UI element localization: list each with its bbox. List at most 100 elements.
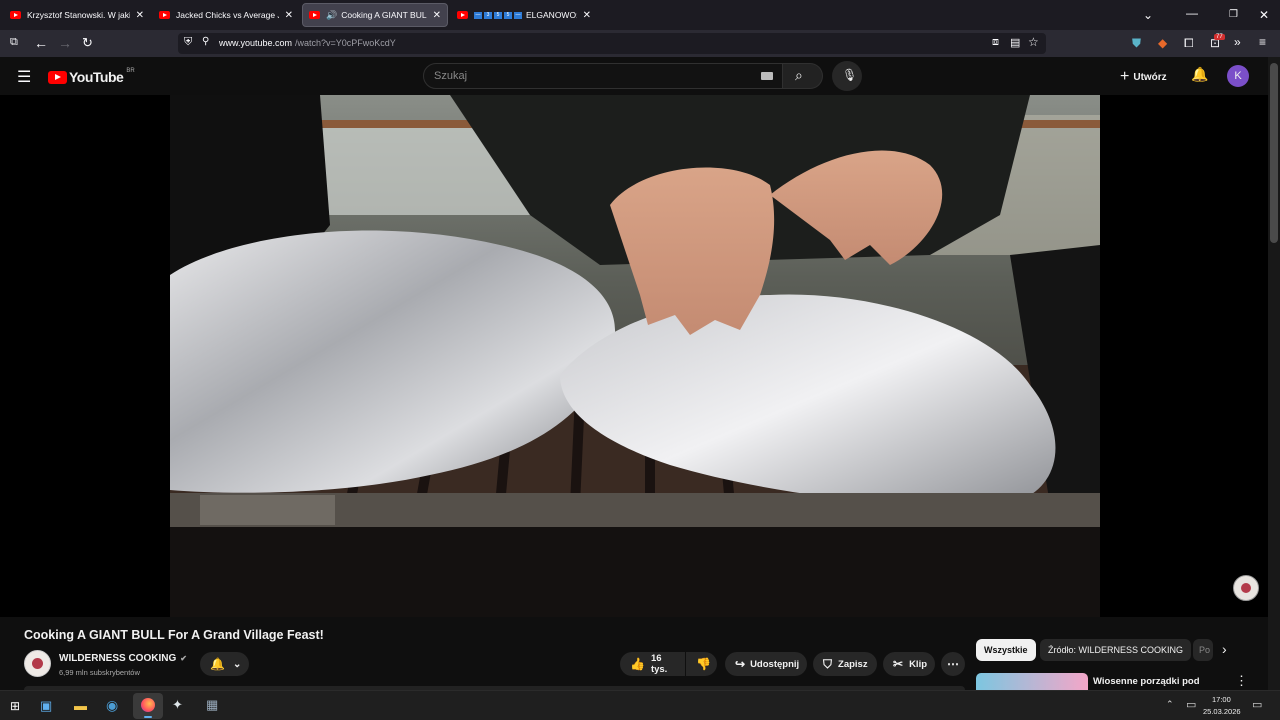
youtube-masthead: ☰ YouTube BR Szukaj ⌕ 🎙 + Utwórz 🔔 K	[0, 57, 1268, 95]
create-button[interactable]: + Utwórz	[1120, 68, 1167, 86]
browser-toolbar: ⧉ ← → ↻ ⛨ ⚲ www.youtube.com /watch?v=Y0c…	[0, 30, 1280, 57]
channel-avatar[interactable]	[24, 650, 51, 677]
chevron-down-icon: ⌄	[232, 658, 242, 670]
tab-close-icon[interactable]: ✕	[583, 10, 591, 21]
calculator-icon[interactable]: ▦	[206, 697, 218, 713]
thumbs-down-icon: 👎	[696, 657, 711, 671]
next-video-title[interactable]: Wiosenne porządki pod komenda	[1093, 675, 1213, 690]
video-still-image	[170, 95, 1100, 617]
more-dots-icon: ⋯	[947, 657, 959, 671]
windows-start-icon[interactable]: ⊞	[10, 699, 20, 713]
microphone-icon: 🎙	[842, 68, 858, 82]
channel-logo-icon	[32, 658, 43, 669]
bell-icon: 🔔	[210, 657, 225, 671]
restore-icon[interactable]: ❐	[1229, 9, 1238, 20]
browser-tab-active[interactable]: 🔊 Cooking A GIANT BULL For ✕	[302, 3, 448, 27]
video-player[interactable]	[0, 95, 1268, 617]
emoji-badge: 5	[504, 11, 512, 19]
tab-close-icon[interactable]: ✕	[285, 10, 293, 21]
extension-badge: 77	[1214, 34, 1225, 40]
channel-name[interactable]: WILDERNESS COOKING ✔	[59, 653, 187, 664]
screen-display-icon[interactable]: ▣	[40, 698, 52, 714]
emoji-badge: 3	[484, 11, 492, 19]
window-close-icon[interactable]: ✕	[1259, 8, 1269, 22]
browser-tab-strip: Krzysztof Stanowski. W jakiej sp ✕ Jacke…	[0, 0, 1280, 30]
reader-view-icon[interactable]: ▤	[1010, 36, 1020, 49]
back-icon[interactable]: ←	[34, 35, 48, 51]
next-video-thumbnail[interactable]	[976, 673, 1088, 690]
thumbs-up-icon: 👍	[630, 657, 645, 671]
windows-taskbar: ⊞ ▣ ▬ ◉ ✦ ▦ ⌃ ▭ 17:00 25.03.2026 ▭	[0, 690, 1280, 720]
permissions-icon[interactable]: ⚲	[202, 36, 209, 47]
verified-check-icon: ✔	[180, 654, 187, 663]
chip-more[interactable]: Po	[1193, 639, 1213, 661]
browser-tab[interactable]: — 3 5 5 — ELGANOWO: D ✕	[451, 3, 597, 27]
share-button[interactable]: ↪ Udostępnij	[725, 652, 807, 676]
search-input[interactable]: Szukaj	[423, 63, 783, 89]
notifications-bell-icon[interactable]: 🔔	[1191, 66, 1208, 83]
url-bar[interactable]: ⛨ ⚲ www.youtube.com /watch?v=Y0cPFwoKcdY…	[178, 33, 1046, 54]
bookmark-icon: ⛉	[823, 656, 833, 671]
ublock-icon[interactable]: ⛊	[1132, 36, 1141, 51]
tray-chevron-icon[interactable]: ⌃	[1166, 699, 1174, 710]
more-actions-button[interactable]: ⋯	[941, 652, 965, 676]
overflow-chevron-icon[interactable]: »	[1234, 35, 1241, 49]
reload-icon[interactable]: ↻	[82, 35, 93, 51]
video-info-panel: Cooking A GIANT BULL For A Grand Village…	[0, 617, 1268, 690]
chevron-right-icon[interactable]: ›	[1222, 641, 1227, 657]
subscriber-count: 6,99 mln subskrybentów	[59, 668, 140, 677]
plus-icon: +	[1120, 68, 1130, 85]
share-arrow-icon: ↪	[735, 657, 746, 671]
hamburger-menu-icon[interactable]: ☰	[17, 67, 31, 87]
notification-center-icon[interactable]: ▭	[1252, 698, 1262, 711]
network-icon[interactable]: ▭	[1186, 698, 1196, 711]
search-icon: ⌕	[795, 67, 803, 83]
scrollbar-thumb[interactable]	[1270, 63, 1278, 243]
chip-from-channel[interactable]: Źródło: WILDERNESS COOKING	[1040, 639, 1192, 661]
app-icon[interactable]: ✦	[172, 697, 183, 713]
page-scrollbar[interactable]	[1268, 57, 1280, 690]
list-all-tabs-icon[interactable]: ⌄	[1143, 8, 1153, 22]
shield-icon[interactable]: ⛨	[184, 36, 192, 49]
like-button[interactable]: 👍 16 tys.	[620, 652, 685, 676]
clock-time[interactable]: 17:00	[1212, 695, 1231, 704]
extension-fox-icon[interactable]: ◆	[1158, 36, 1167, 50]
tab-close-icon[interactable]: ✕	[433, 10, 441, 21]
browser-tab[interactable]: Krzysztof Stanowski. W jakiej sp ✕	[4, 3, 150, 27]
emoji-badge: 5	[494, 11, 502, 19]
firefox-taskbar-button[interactable]	[133, 693, 163, 719]
channel-watermark[interactable]	[1233, 575, 1259, 601]
sidebar-toggle-icon[interactable]: ⧉	[10, 36, 18, 49]
save-button[interactable]: ⛉ Zapisz	[813, 652, 877, 676]
watermark-logo-icon	[1241, 583, 1251, 593]
url-path: /watch?v=Y0cPFwoKcdY	[295, 38, 396, 48]
youtube-favicon-icon	[457, 11, 468, 19]
speaker-icon[interactable]: 🔊	[326, 10, 337, 21]
steam-icon[interactable]: ◉	[106, 697, 118, 714]
youtube-play-icon	[48, 70, 67, 84]
video-menu-icon[interactable]: ⋮	[1235, 673, 1248, 689]
extensions-puzzle-icon[interactable]: ⧠	[1184, 36, 1194, 51]
tab-close-icon[interactable]: ✕	[136, 10, 144, 21]
keyboard-icon[interactable]	[761, 72, 773, 80]
voice-search-button[interactable]: 🎙	[832, 61, 862, 91]
emoji-badge: —	[474, 11, 482, 19]
chip-all[interactable]: Wszystkie	[976, 639, 1036, 661]
minimize-icon[interactable]: —	[1186, 6, 1198, 20]
app-menu-icon[interactable]: ≡	[1259, 35, 1266, 49]
youtube-favicon-icon	[309, 11, 320, 19]
youtube-logo[interactable]: YouTube BR	[48, 68, 135, 85]
dislike-button[interactable]: 👎	[686, 652, 717, 676]
clock-date[interactable]: 25.03.2026	[1203, 707, 1241, 716]
browser-tab[interactable]: Jacked Chicks vs Average Joes | ✕	[153, 3, 299, 27]
file-explorer-icon[interactable]: ▬	[74, 698, 87, 713]
scissors-icon: ✂	[893, 657, 904, 671]
clip-button[interactable]: ✂ Klip	[883, 652, 935, 676]
forward-icon[interactable]: →	[58, 35, 72, 51]
youtube-favicon-icon	[159, 11, 170, 19]
avatar[interactable]: K	[1227, 65, 1249, 87]
search-button[interactable]: ⌕	[783, 63, 823, 89]
subscription-bell-button[interactable]: 🔔 ⌄	[200, 652, 249, 676]
picture-in-picture-icon[interactable]: ⧈	[992, 36, 999, 49]
bookmark-star-icon[interactable]: ☆	[1028, 35, 1039, 49]
